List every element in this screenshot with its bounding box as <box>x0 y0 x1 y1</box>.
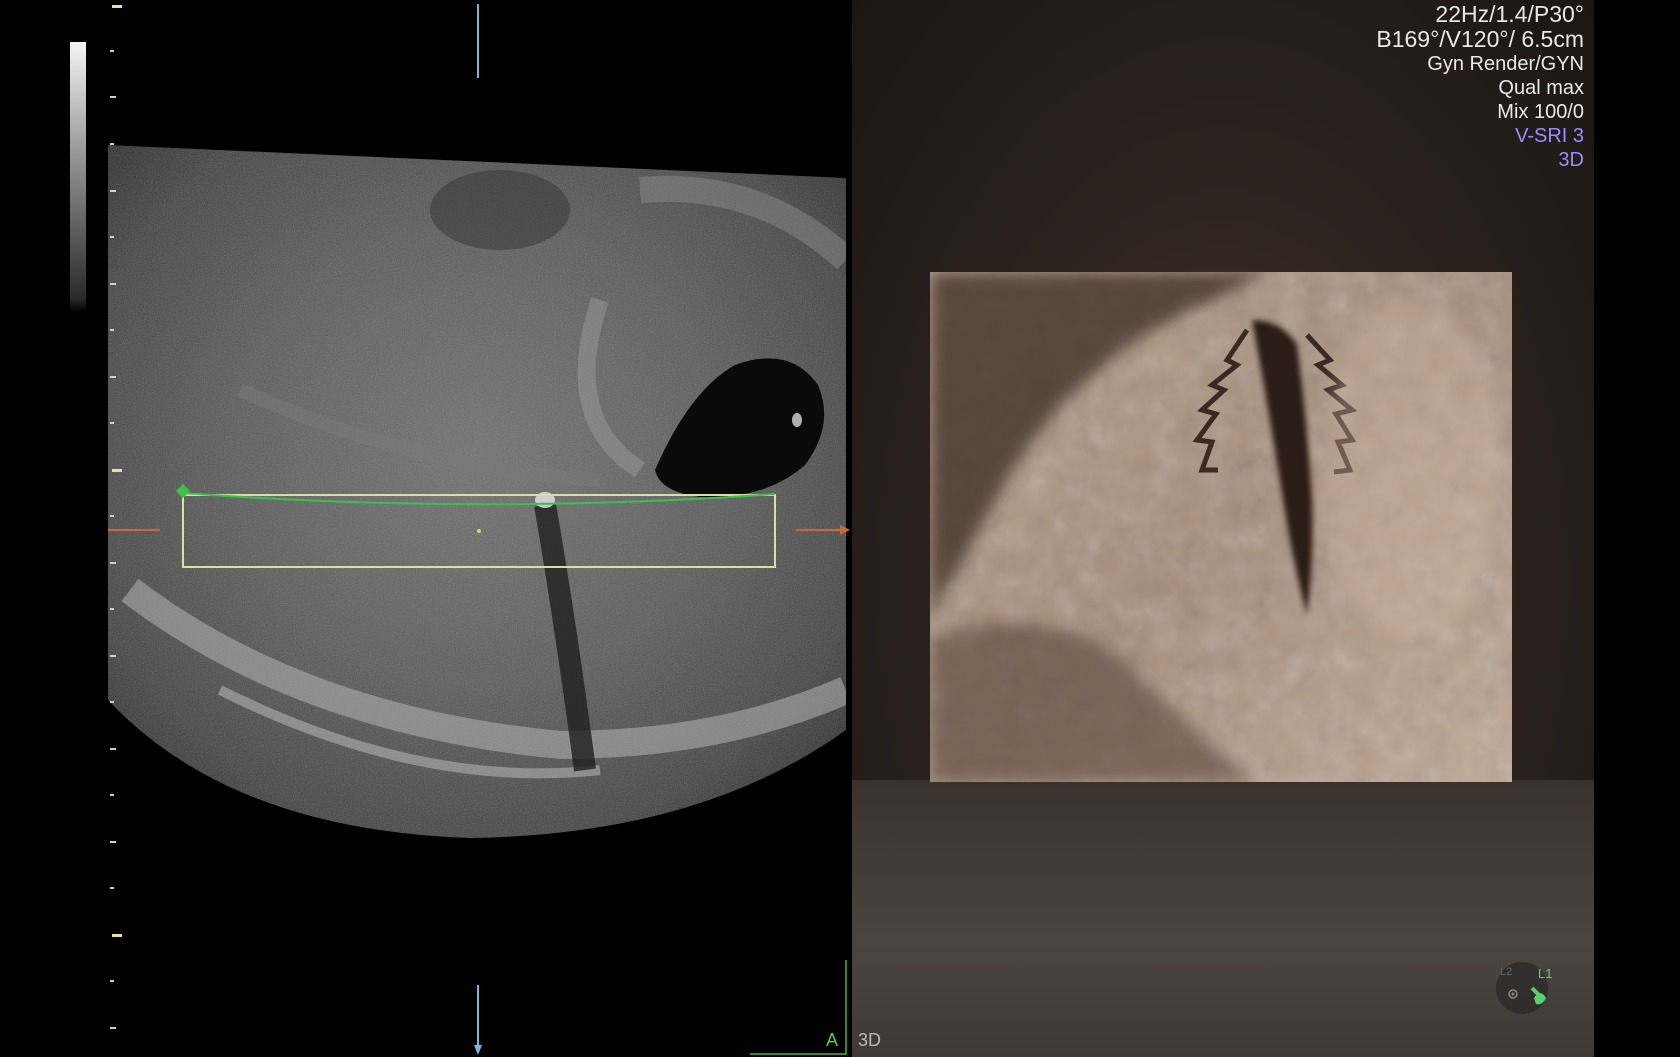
panel-label-3d: 3D <box>858 1030 882 1050</box>
orientation-label-l1: L1 <box>1538 966 1553 981</box>
acquisition-info: 22Hz/1.4/P30° B169°/V120°/ 6.5cm Gyn Ren… <box>1376 2 1584 172</box>
info-3d: 3D <box>1558 149 1584 171</box>
rendered-volume <box>930 272 1512 782</box>
panel-label-a: A <box>826 1030 839 1050</box>
render3d-panel: 22Hz/1.4/P30° B169°/V120°/ 6.5cm Gyn Ren… <box>852 0 1594 1057</box>
info-frame-rate: 22Hz/1.4/P30° <box>1435 1 1584 27</box>
info-mix: Mix 100/0 <box>1497 101 1584 123</box>
right-margin <box>1594 0 1680 1057</box>
orientation-label-l2: L2 <box>1500 966 1513 978</box>
bmode-image <box>108 4 850 1055</box>
bmode-panel: A <box>0 0 852 1057</box>
info-quality: Qual max <box>1498 77 1584 99</box>
info-render-mode: Gyn Render/GYN <box>1427 53 1584 75</box>
info-angles: B169°/V120°/ 6.5cm <box>1376 26 1584 52</box>
info-vsri: V-SRI 3 <box>1515 125 1584 147</box>
roi-center-dot <box>477 529 481 533</box>
